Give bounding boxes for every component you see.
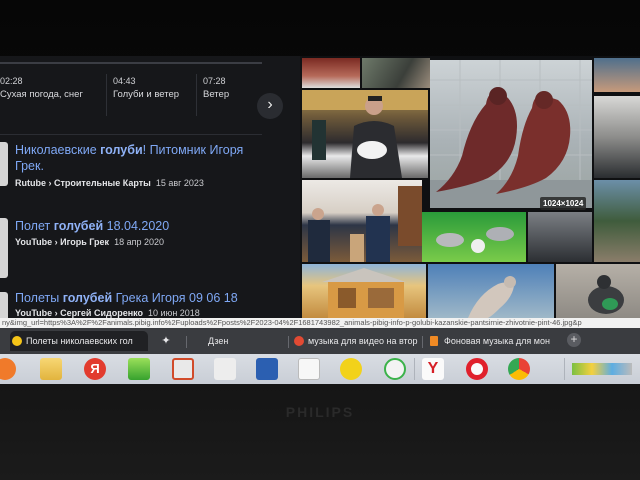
chrome-icon[interactable]	[508, 358, 530, 380]
result-date: 15 авг 2023	[155, 178, 204, 188]
image-tile-grey-pigeon[interactable]	[556, 264, 640, 318]
tab-separator	[186, 336, 187, 348]
tab-separator	[422, 336, 423, 348]
video-thumbnail[interactable]	[0, 142, 8, 186]
word-icon[interactable]	[256, 358, 278, 380]
result-date: 18 апр 2020	[114, 237, 164, 247]
pigeon-grass-icon	[436, 227, 514, 253]
taskbar: Я Y	[0, 354, 640, 384]
image-tile[interactable]	[362, 58, 430, 88]
video-clip-1[interactable]: 02:28 Сухая погода, снег	[0, 76, 83, 100]
image-tile[interactable]	[594, 58, 640, 92]
divider	[196, 74, 197, 116]
pigeon-icon	[468, 276, 516, 318]
yandex-music-icon	[294, 336, 304, 346]
result-source[interactable]: YouTube › Игорь Грек	[15, 237, 109, 247]
monitor-screen: 02:28 Сухая погода, снег 04:43 Голуби и …	[0, 56, 640, 384]
clip-caption: Сухая погода, снег	[0, 89, 83, 100]
image-tile[interactable]	[594, 96, 640, 178]
monitor-brand-logo: PHILIPS	[285, 404, 355, 420]
clip-time: 07:28	[203, 76, 226, 86]
taskbar-separator	[564, 358, 565, 380]
pigeon-icon	[588, 275, 624, 314]
result-title[interactable]: Полет голубей 18.04.2020	[15, 218, 169, 234]
yandex-logo-icon[interactable]	[384, 358, 406, 380]
tab-label: Фоновая музыка для мон	[444, 336, 550, 346]
people-icon	[308, 186, 422, 262]
image-tile-dovecote[interactable]	[302, 264, 426, 318]
tab-label: Дзен	[208, 336, 229, 346]
tab-label: Полеты николаевских гол	[26, 336, 133, 346]
tab-sparkle[interactable]: ✦	[154, 331, 178, 351]
image-tile-pigeons-on-grass[interactable]	[422, 212, 526, 262]
result-meta: YouTube › Игорь Грек 18 апр 2020	[15, 237, 164, 247]
result-item-3[interactable]: Полеты голубей Грека Игоря 09 06 18 YouT…	[0, 288, 296, 322]
divider	[106, 74, 107, 116]
image-tile-man-with-pigeon[interactable]	[302, 90, 428, 178]
clip-time: 02:28	[0, 76, 23, 86]
video-clip-2[interactable]: 04:43 Голуби и ветер	[113, 76, 179, 100]
clip-caption: Ветер	[203, 89, 230, 100]
result-source[interactable]: YouTube › Сергей Сидоренко	[15, 308, 143, 318]
scribble-icon[interactable]	[340, 358, 362, 380]
clip-time: 04:43	[113, 76, 136, 86]
clip-caption: Голуби и ветер	[113, 89, 180, 100]
download-icon[interactable]	[128, 358, 150, 380]
result-source[interactable]: Rutube › Строительные Карты	[15, 178, 151, 188]
result-meta: YouTube › Сергей Сидоренко 10 июн 2018	[15, 308, 200, 318]
dovecote-icon	[322, 268, 406, 318]
image-tile-poster[interactable]	[302, 58, 360, 88]
pigeons-icon	[430, 60, 592, 208]
tab-label: музыка для видео на втор	[308, 336, 418, 346]
tab-video-search[interactable]: Полеты николаевских гол	[10, 331, 148, 351]
opera-icon[interactable]	[466, 358, 488, 380]
search-results-pane: 02:28 Сухая погода, снег 04:43 Голуби и …	[0, 56, 300, 322]
music-bars-icon	[430, 336, 438, 346]
image-size-badge: 1024×1024	[540, 197, 587, 210]
image-results-grid	[302, 56, 640, 318]
sparkle-icon: ✦	[161, 335, 171, 347]
plus-icon[interactable]: +	[567, 333, 581, 347]
result-title[interactable]: Николаевские голуби! Питомник Игоря Грек…	[15, 142, 275, 174]
video-thumbnail[interactable]	[0, 218, 8, 278]
result-item-1[interactable]: Николаевские голуби! Питомник Игоря Грек…	[0, 142, 296, 202]
divider	[0, 134, 262, 135]
chevron-right-icon[interactable]: ›	[257, 93, 283, 119]
tab-dzen[interactable]: Дзен	[192, 331, 282, 351]
video-editor-icon[interactable]	[172, 358, 194, 380]
image-tile[interactable]	[594, 180, 640, 262]
result-meta: Rutube › Строительные Карты 15 авг 2023	[15, 178, 204, 188]
taskbar-separator	[414, 358, 415, 380]
yandex-browser-icon[interactable]: Я	[84, 358, 106, 380]
result-date: 10 июн 2018	[148, 308, 200, 318]
monitor-photo: 02:28 Сухая погода, снег 04:43 Голуби и …	[0, 0, 640, 480]
audio-icon[interactable]	[214, 358, 236, 380]
result-title[interactable]: Полеты голубей Грека Игоря 09 06 18	[15, 290, 238, 306]
image-tile-people-indoors[interactable]	[302, 180, 422, 262]
folder-icon[interactable]	[40, 358, 62, 380]
image-tile-white-pigeon[interactable]	[428, 264, 554, 318]
y-letter-icon[interactable]: Y	[422, 358, 444, 380]
video-clip-3[interactable]: 07:28 Ветер	[203, 76, 229, 100]
system-tray[interactable]	[572, 363, 632, 375]
man-with-pigeon-icon	[302, 90, 428, 178]
status-url: ny&img_url=https%3A%2F%2Fanimals.pibig.i…	[0, 318, 640, 328]
tab-separator	[288, 336, 289, 348]
file-icon[interactable]	[298, 358, 320, 380]
tab-bar: Полеты николаевских гол ✦ Дзен музыка дл…	[0, 328, 640, 354]
image-tile[interactable]	[528, 212, 592, 262]
video-strip-progress	[0, 62, 262, 64]
yandex-video-icon	[12, 336, 22, 346]
result-item-2[interactable]: Полет голубей 18.04.2020 YouTube › Игорь…	[0, 216, 296, 278]
tab-music-search[interactable]: музыка для видео на втор	[292, 331, 418, 351]
image-tile-two-red-pigeons[interactable]	[430, 60, 592, 208]
tab-background-music[interactable]: Фоновая музыка для мон	[428, 331, 552, 351]
media-player-icon[interactable]	[0, 358, 16, 380]
